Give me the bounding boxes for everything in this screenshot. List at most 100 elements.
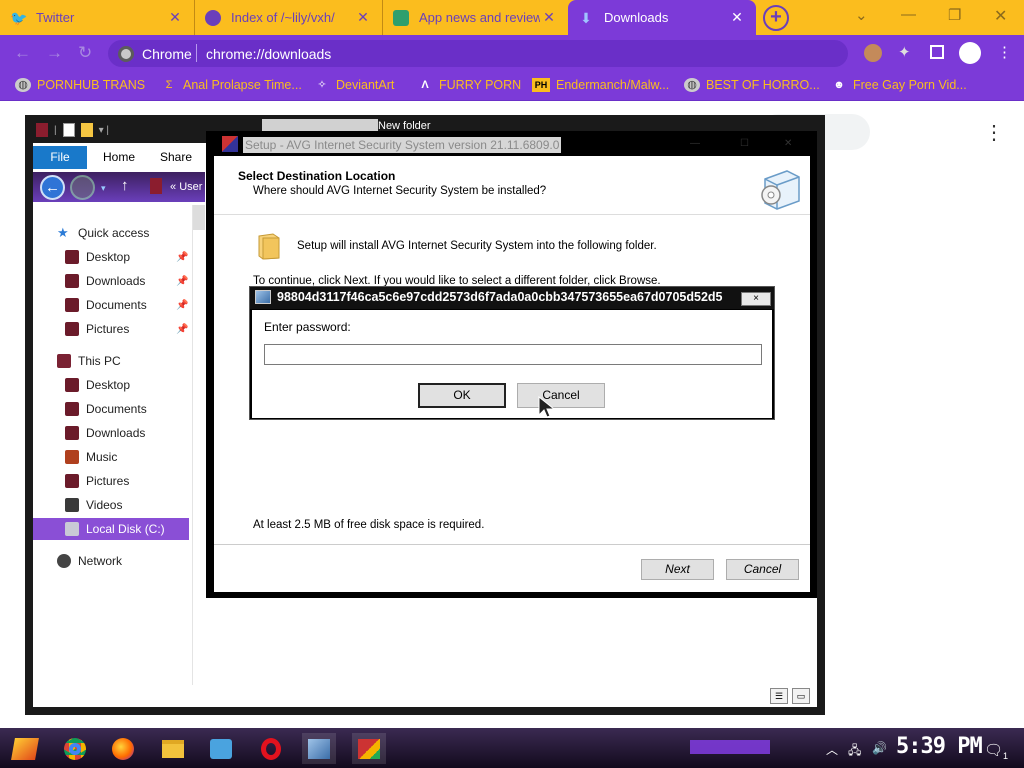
volume-icon[interactable]: 🔊 (872, 741, 887, 755)
forward-arrow-icon[interactable] (70, 175, 95, 200)
side-panel-icon[interactable] (930, 45, 944, 59)
nav-pc-pictures[interactable]: Pictures (65, 470, 129, 492)
cancel-button[interactable]: Cancel (517, 383, 605, 408)
pin-icon[interactable]: 📌 (176, 252, 188, 263)
taskbar-file-explorer[interactable] (156, 733, 190, 764)
taskbar-photos[interactable] (204, 733, 238, 764)
menu-kebab-icon[interactable]: ⋮ (997, 43, 1012, 61)
omnibox-scheme-label: Chrome (142, 46, 192, 62)
minimize-button[interactable]: — (901, 6, 916, 23)
account-avatar-icon[interactable] (959, 42, 981, 64)
tab-index-of[interactable]: Index of /~lily/vxh/ ✕ (195, 0, 383, 35)
nav-network[interactable]: Network (57, 550, 122, 572)
nav-pc-local-disk[interactable]: Local Disk (C:) (33, 518, 189, 540)
back-arrow-icon[interactable]: ← (40, 175, 65, 200)
puzzle-extensions-icon[interactable]: ✦ (898, 43, 911, 61)
nav-this-pc[interactable]: This PC (57, 350, 121, 372)
large-icons-view-icon[interactable]: ▭ (792, 688, 810, 704)
nav-qa-pictures[interactable]: Pictures (65, 318, 129, 340)
close-icon[interactable]: × (741, 292, 771, 306)
divider (214, 214, 810, 215)
tab-app-news[interactable]: App news and reviews ✕ (383, 0, 568, 35)
deviantart-icon: ✧ (317, 79, 327, 91)
nav-qa-downloads[interactable]: Downloads (65, 270, 145, 292)
maximize-button[interactable]: ☐ (740, 138, 749, 149)
back-arrow-icon[interactable]: ← (14, 43, 31, 63)
ribbon-tab-file[interactable]: File (33, 146, 87, 169)
next-button[interactable]: Next (641, 559, 714, 580)
up-arrow-icon[interactable]: ↑ (121, 177, 129, 194)
new-folder-icon[interactable] (80, 123, 93, 137)
close-window-button[interactable]: ✕ (994, 6, 1007, 26)
details-view-icon[interactable]: ☰ (770, 688, 788, 704)
close-tab-icon[interactable]: ✕ (354, 9, 372, 26)
nav-label: Network (78, 554, 123, 568)
nav-qa-desktop[interactable]: Desktop (65, 246, 130, 268)
bookmark-item[interactable]: PH Endermanch/Malw... (532, 78, 669, 92)
nav-pc-videos[interactable]: Videos (65, 494, 122, 516)
network-tray-icon[interactable]: 🖧 (848, 741, 861, 762)
nav-pc-documents[interactable]: Documents (65, 398, 147, 420)
bookmark-item[interactable]: ◍ BEST OF HORRO... (684, 78, 820, 92)
nav-pc-downloads[interactable]: Downloads (65, 422, 145, 444)
bookmark-item[interactable]: ☻ Free Gay Porn Vid... (831, 78, 967, 92)
ribbon-tab-share[interactable]: Share (160, 150, 192, 164)
taskbar-firefox[interactable] (106, 733, 140, 764)
qat-dropdown-icon[interactable]: ▾ | (99, 125, 109, 136)
nav-quick-access[interactable]: ★ Quick access (57, 222, 149, 244)
reload-icon[interactable]: ↻ (78, 43, 92, 63)
caret-icon: Λ (421, 79, 429, 91)
computer-icon (57, 354, 71, 368)
cancel-button[interactable]: Cancel (726, 559, 799, 580)
taskbar-clock[interactable]: 5:39 PM (896, 734, 983, 759)
setup-app-icon (308, 738, 330, 759)
url-path: downloads (264, 46, 332, 62)
downloads-menu-icon[interactable]: ⋮ (984, 120, 1004, 145)
avg-app-icon (358, 738, 380, 759)
ribbon-tab-home[interactable]: Home (103, 150, 135, 164)
taskbar-chrome[interactable] (58, 733, 92, 764)
close-tab-icon[interactable]: ✕ (166, 9, 184, 26)
show-hidden-icons-icon[interactable]: ︿ (826, 741, 838, 758)
nav-pc-music[interactable]: Music (65, 446, 117, 468)
breadcrumb[interactable]: « User (170, 181, 202, 193)
scrollbar-thumb[interactable] (193, 205, 205, 230)
bookmark-item[interactable]: Σ Anal Prolapse Time... (161, 78, 302, 92)
taskbar-setup[interactable] (302, 733, 336, 764)
notification-icon[interactable]: 🗨1 (984, 741, 1008, 761)
profile-extension-icon[interactable] (864, 44, 882, 62)
taskbar-opera[interactable] (254, 733, 288, 764)
nav-qa-documents[interactable]: Documents (65, 294, 147, 316)
forward-arrow-icon[interactable]: → (46, 43, 63, 63)
bookmark-label: Anal Prolapse Time... (183, 78, 302, 92)
password-input[interactable] (264, 344, 762, 365)
minimize-button[interactable]: — (690, 138, 700, 149)
pin-icon[interactable]: 📌 (176, 300, 188, 311)
nav-label: Downloads (86, 426, 146, 440)
tab-downloads[interactable]: ⬇ Downloads ✕ (568, 0, 756, 35)
pin-icon[interactable]: 📌 (176, 276, 188, 287)
close-button[interactable]: ✕ (784, 138, 792, 149)
close-tab-icon[interactable]: ✕ (728, 9, 746, 26)
close-tab-icon[interactable]: ✕ (540, 9, 558, 26)
new-tab-button[interactable]: + (763, 5, 789, 31)
bookmark-item[interactable]: ◍ PORNHUB TRANS (15, 78, 145, 92)
recent-locations-icon[interactable]: ▾ (101, 183, 106, 194)
bookmark-item[interactable]: Λ FURRY PORN (417, 78, 521, 92)
pin-icon[interactable]: 📌 (176, 324, 188, 335)
taskbar-avg[interactable] (352, 733, 386, 764)
start-logo-icon (11, 737, 39, 760)
properties-icon[interactable] (62, 123, 75, 137)
ok-button[interactable]: OK (418, 383, 506, 408)
restore-button[interactable]: ❐ (948, 6, 961, 24)
bookmark-item[interactable]: ✧ DeviantArt (314, 78, 394, 92)
setup-app-icon (222, 136, 238, 152)
start-button[interactable] (8, 733, 42, 764)
nav-label: Pictures (86, 474, 130, 488)
tab-twitter[interactable]: 🐦 Twitter ✕ (0, 0, 195, 35)
bookmark-label: Endermanch/Malw... (556, 78, 670, 92)
tab-search-icon[interactable]: ⌄ (855, 6, 868, 24)
omnibox-url[interactable]: chrome://downloads (206, 46, 331, 62)
spy-icon (205, 9, 221, 26)
nav-pc-desktop[interactable]: Desktop (65, 374, 130, 396)
